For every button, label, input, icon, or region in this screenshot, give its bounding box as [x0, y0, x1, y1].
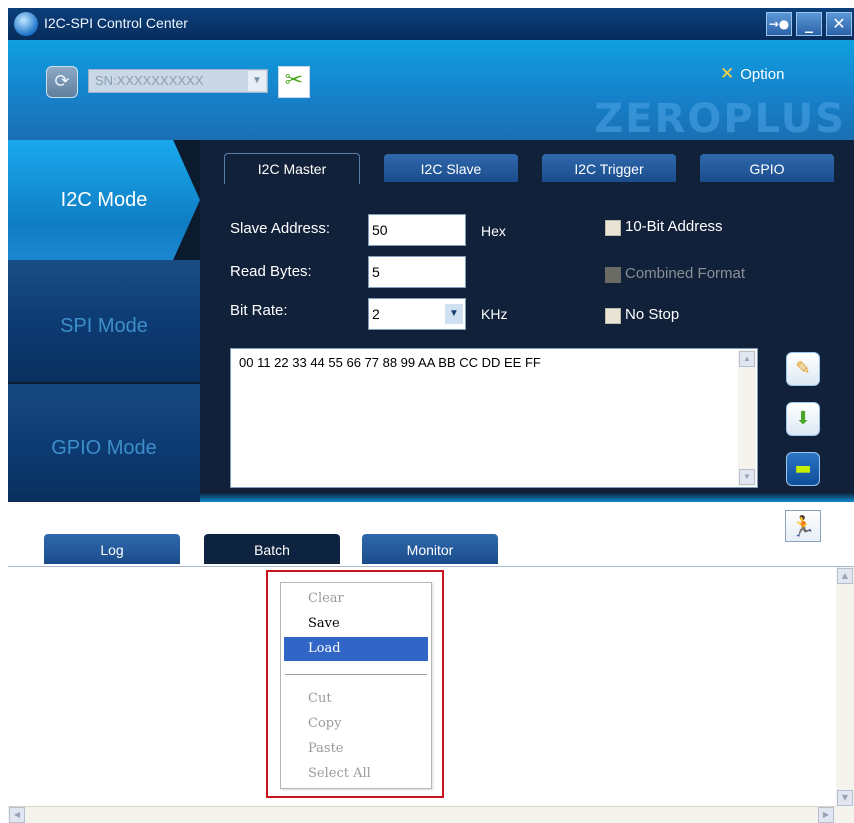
run-icon[interactable]: 🏃 [785, 510, 821, 542]
i2c-tab-bar: I2C Master I2C Slave I2C Trigger GPIO [200, 153, 854, 186]
scroll-down-icon[interactable]: ▼ [837, 790, 853, 806]
ten-bit-address-label: 10-Bit Address [625, 218, 723, 235]
app-logo-icon [14, 12, 38, 36]
menu-item-save[interactable]: Save [284, 612, 428, 636]
tab-monitor[interactable]: Monitor [362, 534, 498, 564]
scroll-up-icon[interactable]: ▲ [837, 568, 853, 584]
lower-tab-strip: Log Batch Monitor 🏃 [8, 502, 854, 566]
bit-rate-unit: KHz [481, 306, 508, 322]
menu-item-paste[interactable]: Paste [284, 737, 428, 761]
no-stop-checkbox[interactable] [605, 308, 621, 324]
read-bytes-input[interactable]: 5 [368, 256, 466, 288]
pin-icon[interactable]: →● [766, 12, 792, 36]
header-band: ⟳ SN:XXXXXXXXXX ▼ ✂ ✕ Option ZEROPLUS [8, 40, 854, 142]
close-button[interactable]: ✕ [826, 12, 852, 36]
tab-log[interactable]: Log [44, 534, 180, 564]
mode-gpio[interactable]: GPIO Mode [8, 384, 200, 502]
slave-address-unit: Hex [481, 223, 506, 239]
menu-item-clear[interactable]: Clear [284, 587, 428, 611]
serial-number-select[interactable]: SN:XXXXXXXXXX ▼ [88, 69, 268, 93]
panel-divider [200, 492, 854, 502]
context-menu: Clear Save Load Cut Copy Paste Select Al… [280, 582, 432, 789]
batch-horizontal-scrollbar[interactable]: ◀ ▶ [8, 806, 836, 823]
ten-bit-address-checkbox[interactable] [605, 220, 621, 236]
combined-format-label: Combined Format [625, 265, 746, 282]
menu-item-load[interactable]: Load [284, 637, 428, 661]
scroll-up-icon[interactable]: ▲ [739, 351, 755, 367]
no-stop-label: No Stop [625, 306, 680, 323]
menu-separator [285, 674, 427, 675]
download-icon[interactable]: ⬇ [786, 402, 820, 436]
scroll-down-icon[interactable]: ▼ [739, 469, 755, 485]
refresh-icon[interactable]: ⟳ [46, 66, 78, 98]
combined-format-checkbox[interactable] [605, 267, 621, 283]
connect-link-icon[interactable]: ✂ [278, 66, 310, 98]
data-scrollbar[interactable]: ▲ ▼ [738, 350, 756, 486]
tab-i2c-trigger[interactable]: I2C Trigger [542, 154, 676, 182]
data-text: 00 11 22 33 44 55 66 77 88 99 AA BB CC D… [239, 355, 541, 370]
batch-vertical-scrollbar[interactable]: ▲ ▼ [836, 567, 854, 807]
mode-spi[interactable]: SPI Mode [8, 260, 200, 382]
tab-i2c-master[interactable]: I2C Master [224, 153, 360, 184]
option-button[interactable]: ✕ Option [720, 64, 784, 84]
bit-rate-select[interactable]: 2 ▼ [368, 298, 466, 330]
chevron-down-icon[interactable]: ▼ [248, 71, 266, 91]
chevron-down-icon[interactable]: ▼ [445, 304, 463, 324]
scroll-right-icon[interactable]: ▶ [818, 807, 834, 823]
menu-item-select-all[interactable]: Select All [284, 762, 428, 786]
mode-i2c[interactable]: I2C Mode [8, 140, 200, 260]
tab-batch[interactable]: Batch [204, 534, 340, 564]
menu-item-copy[interactable]: Copy [284, 712, 428, 736]
data-textarea[interactable]: 00 11 22 33 44 55 66 77 88 99 AA BB CC D… [230, 348, 758, 488]
minimize-button[interactable]: _ [796, 12, 822, 36]
mode-menu: I2C Mode SPI Mode GPIO Mode [8, 140, 200, 502]
bit-rate-value: 2 [372, 306, 380, 322]
tab-i2c-slave[interactable]: I2C Slave [384, 154, 518, 182]
read-bytes-label: Read Bytes: [230, 263, 312, 280]
tab-gpio[interactable]: GPIO [700, 154, 834, 182]
brand-logo: ZEROPLUS [594, 96, 846, 142]
tools-icon: ✕ [720, 64, 735, 83]
slave-address-label: Slave Address: [230, 220, 331, 237]
scroll-left-icon[interactable]: ◀ [9, 807, 25, 823]
serial-number-value: SN:XXXXXXXXXX [95, 73, 204, 88]
slave-address-input[interactable]: 50 [368, 214, 466, 246]
window-title: I2C-SPI Control Center [44, 15, 188, 31]
execute-icon[interactable]: ▬ [786, 452, 820, 486]
scrollbar-corner [836, 806, 854, 823]
edit-pencil-icon[interactable]: ✎ [786, 352, 820, 386]
menu-item-cut[interactable]: Cut [284, 687, 428, 711]
bit-rate-label: Bit Rate: [230, 302, 288, 319]
title-bar: I2C-SPI Control Center →● _ ✕ [8, 8, 854, 40]
i2c-master-panel: I2C Master I2C Slave I2C Trigger GPIO Sl… [200, 140, 854, 502]
option-label: Option [740, 66, 785, 83]
